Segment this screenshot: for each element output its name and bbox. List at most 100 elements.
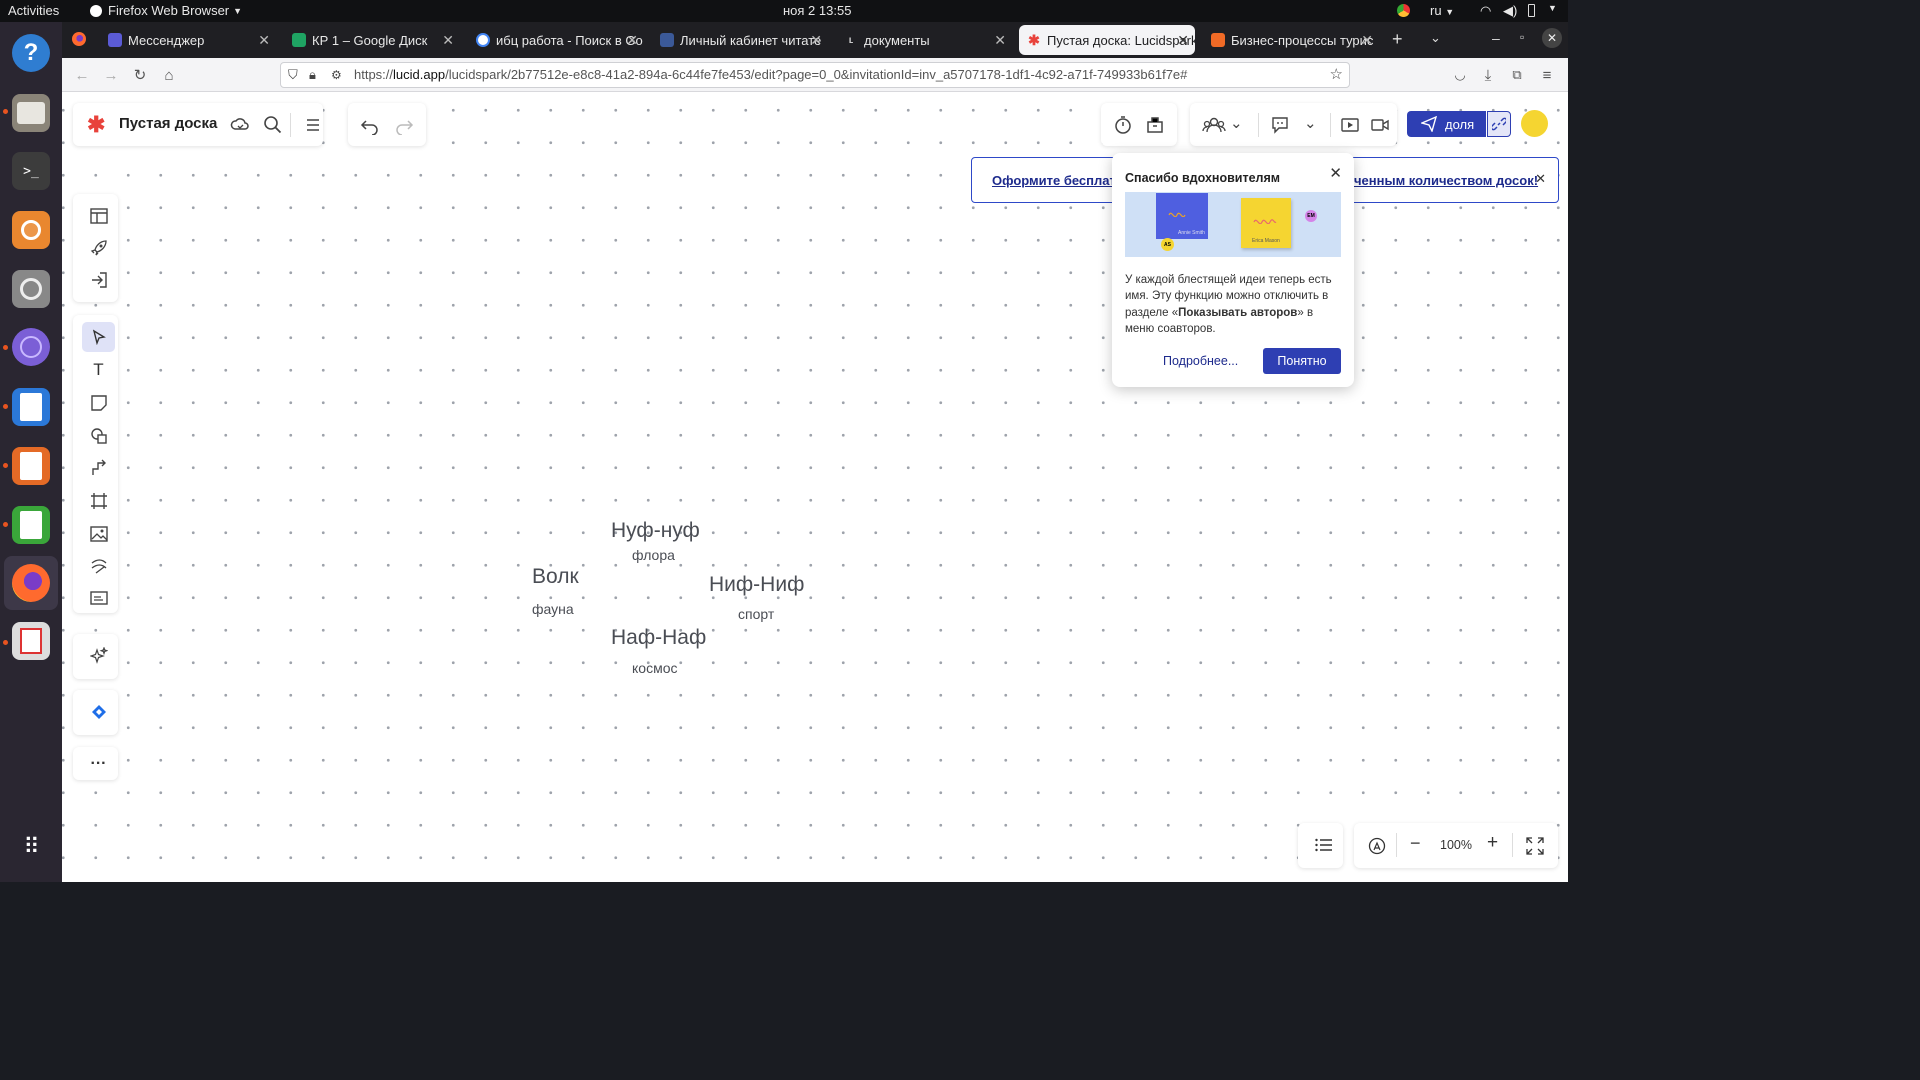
lock-icon[interactable]: 🔒︎ bbox=[309, 63, 316, 87]
downloads-icon[interactable]: ⤓ bbox=[1479, 66, 1497, 84]
text-tool[interactable]: T bbox=[82, 355, 115, 385]
board-text-title[interactable]: Наф-Наф bbox=[611, 626, 706, 650]
url-bar[interactable]: ⛉ 🔒︎ ⚙ https://lucid.app/lucidspark/2b77… bbox=[280, 62, 1350, 88]
share-button[interactable]: доля bbox=[1407, 111, 1486, 137]
files-icon[interactable] bbox=[12, 94, 50, 132]
app-menu[interactable]: Firefox Web Browser ▼ bbox=[90, 3, 242, 18]
menu-icon[interactable] bbox=[304, 116, 322, 134]
outline-toggle[interactable] bbox=[1307, 830, 1340, 860]
close-tab-icon[interactable]: ✕ bbox=[626, 32, 638, 49]
chevron-down-icon[interactable]: ⌄ bbox=[1304, 114, 1317, 132]
close-window-icon[interactable]: ✕ bbox=[1542, 28, 1562, 48]
terminal-icon[interactable]: >_ bbox=[12, 152, 50, 190]
system-menu-caret-icon[interactable]: ▼ bbox=[1548, 3, 1557, 13]
language-indicator[interactable]: ru ▼ bbox=[1430, 3, 1454, 18]
list-tabs-icon[interactable]: ⌄ bbox=[1430, 30, 1441, 46]
firefox-view-icon[interactable] bbox=[72, 32, 86, 46]
close-popup-icon[interactable]: ✕ bbox=[1329, 164, 1342, 182]
copy-link-button[interactable] bbox=[1487, 111, 1511, 137]
board-text-title[interactable]: Нуф-нуф bbox=[611, 519, 700, 543]
minimize-icon[interactable]: – bbox=[1492, 30, 1500, 46]
close-tab-icon[interactable]: ✕ bbox=[442, 32, 454, 49]
close-tab-icon[interactable]: ✕ bbox=[1361, 32, 1373, 49]
card-tool[interactable] bbox=[82, 583, 115, 613]
activities-button[interactable]: Activities bbox=[8, 3, 59, 18]
timer-icon[interactable] bbox=[1113, 115, 1133, 135]
chrome-indicator-icon[interactable] bbox=[1397, 4, 1410, 17]
permissions-icon[interactable]: ⚙ bbox=[331, 63, 342, 87]
video-icon[interactable] bbox=[1370, 115, 1390, 135]
board-text-subtitle[interactable]: космос bbox=[632, 660, 677, 676]
board-text-subtitle[interactable]: флора bbox=[632, 547, 675, 563]
help-icon[interactable]: ? bbox=[12, 34, 50, 72]
zoom-in-icon[interactable]: + bbox=[1487, 832, 1498, 854]
upgrade-link[interactable]: Оформите бесплатн bbox=[992, 173, 1124, 188]
board-text-subtitle[interactable]: спорт bbox=[738, 606, 774, 622]
wifi-icon[interactable]: ◠ bbox=[1480, 3, 1491, 19]
calc-icon[interactable] bbox=[12, 506, 50, 544]
forward-icon[interactable]: → bbox=[102, 66, 120, 84]
document-viewer-icon[interactable] bbox=[12, 622, 50, 660]
frame-tool[interactable] bbox=[82, 486, 115, 516]
jira-tool[interactable] bbox=[82, 697, 115, 727]
line-tool[interactable] bbox=[82, 453, 115, 483]
tab-messenger[interactable]: Мессенджер ✕ bbox=[100, 25, 276, 55]
pocket-icon[interactable]: ◡ bbox=[1451, 66, 1469, 84]
tab-lucidspark[interactable]: ✱ Пустая доска: Lucidspark ✕ bbox=[1019, 25, 1195, 55]
cloud-save-icon[interactable] bbox=[230, 115, 250, 135]
comments-icon[interactable] bbox=[1270, 115, 1290, 135]
draw-tool[interactable] bbox=[82, 551, 115, 581]
more-tools-icon[interactable]: ··· bbox=[82, 749, 115, 779]
learn-more-link[interactable]: Подробнее... bbox=[1163, 354, 1238, 368]
present-icon[interactable] bbox=[1340, 115, 1360, 135]
clock[interactable]: ноя 2 13:55 bbox=[783, 3, 851, 18]
collaborators-icon[interactable] bbox=[1202, 115, 1226, 135]
close-tab-icon[interactable]: ✕ bbox=[810, 32, 822, 49]
board-text-title[interactable]: Ниф-Ниф bbox=[709, 573, 804, 597]
tab-google-drive[interactable]: КР 1 – Google Диск ✕ bbox=[284, 25, 460, 55]
home-icon[interactable]: ⌂ bbox=[160, 66, 178, 84]
writer-icon[interactable] bbox=[12, 388, 50, 426]
zoom-out-icon[interactable]: − bbox=[1410, 833, 1421, 854]
close-tab-icon[interactable]: ✕ bbox=[994, 32, 1006, 49]
volume-icon[interactable]: ◀) bbox=[1503, 3, 1517, 19]
reload-icon[interactable]: ↻ bbox=[131, 66, 149, 84]
new-tab-icon[interactable]: + bbox=[1392, 29, 1403, 50]
board-canvas[interactable]: ✱ Пустая доска ⌄ ⌄ доля Оформите бесплат… bbox=[62, 92, 1568, 882]
maximize-icon[interactable]: ▫ bbox=[1520, 30, 1524, 44]
tracking-shield-icon[interactable]: ⛉ bbox=[288, 63, 298, 87]
search-app-icon[interactable] bbox=[12, 270, 50, 308]
undo-icon[interactable] bbox=[360, 115, 380, 135]
user-avatar[interactable] bbox=[1521, 110, 1548, 137]
fit-to-screen-icon[interactable] bbox=[1526, 837, 1544, 855]
redo-icon[interactable] bbox=[394, 115, 414, 135]
ai-tool[interactable] bbox=[82, 641, 115, 671]
search-icon[interactable] bbox=[263, 115, 283, 135]
board-title[interactable]: Пустая доска bbox=[119, 115, 217, 132]
shapes-tool[interactable] bbox=[82, 421, 115, 451]
voting-icon[interactable] bbox=[1145, 115, 1165, 135]
zoom-level[interactable]: 100% bbox=[1440, 838, 1472, 852]
close-banner-icon[interactable]: ✕ bbox=[1535, 171, 1546, 187]
impress-icon[interactable] bbox=[12, 447, 50, 485]
image-tool[interactable] bbox=[82, 519, 115, 549]
board-text-title[interactable]: Волк bbox=[532, 565, 579, 589]
sticky-note-tool[interactable] bbox=[82, 388, 115, 418]
lucidspark-logo-icon[interactable]: ✱ bbox=[87, 112, 105, 138]
app-menu-hamburger-icon[interactable]: ≡ bbox=[1538, 66, 1556, 84]
close-tab-icon[interactable]: ✕ bbox=[1177, 32, 1189, 49]
accessibility-icon[interactable] bbox=[1368, 837, 1386, 855]
tab-library[interactable]: Личный кабинет читате ✕ bbox=[652, 25, 828, 55]
bookmark-star-icon[interactable]: ☆ bbox=[1330, 63, 1343, 87]
select-tool[interactable] bbox=[82, 322, 115, 352]
show-apps-icon[interactable]: ⠿ bbox=[12, 828, 50, 866]
quick-start-tool[interactable] bbox=[82, 233, 115, 263]
extensions-icon[interactable]: ⧉ bbox=[1508, 66, 1526, 84]
board-text-subtitle[interactable]: фауна bbox=[532, 601, 574, 617]
close-tab-icon[interactable]: ✕ bbox=[258, 32, 270, 49]
tab-documents[interactable]: ʟ документы ✕ bbox=[836, 25, 1012, 55]
got-it-button[interactable]: Понятно bbox=[1263, 348, 1341, 374]
templates-tool[interactable] bbox=[82, 201, 115, 231]
chevron-down-icon[interactable]: ⌄ bbox=[1230, 114, 1243, 132]
back-icon[interactable]: ← bbox=[73, 66, 91, 84]
